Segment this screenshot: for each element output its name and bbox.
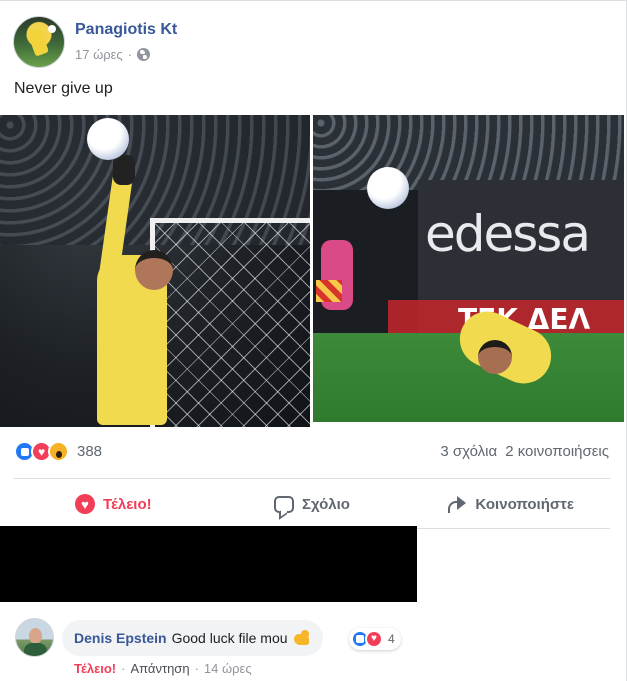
commenter-avatar[interactable] — [15, 618, 54, 657]
share-icon — [447, 495, 467, 513]
love-button[interactable]: Τέλειο! — [14, 485, 213, 523]
heart-icon — [75, 494, 96, 514]
commenter-name[interactable]: Denis Epstein — [74, 630, 167, 646]
comment-meta: Τέλειο! · Απάντηση · 14 ώρες — [74, 661, 252, 676]
keeper-head — [135, 250, 173, 290]
comment-meta-separator: · — [194, 661, 199, 676]
avatar-shirt — [24, 643, 47, 656]
love-icon — [365, 630, 383, 648]
wow-icon — [48, 441, 69, 462]
avatar-figure — [26, 27, 50, 57]
share-button-label: Κοινοποιήστε — [475, 495, 574, 513]
comment-time[interactable]: 14 ώρες — [204, 661, 252, 676]
share-button[interactable]: Κοινοποιήστε — [411, 485, 610, 523]
author-avatar[interactable] — [13, 16, 65, 68]
comment-reaction-count: 4 — [388, 632, 395, 646]
muscle-icon — [293, 630, 311, 646]
keeper-glove — [113, 155, 135, 185]
action-bar: Τέλειο! Σχόλιο Κοινοποιήστε — [14, 485, 610, 523]
comment-meta-separator: · — [121, 661, 126, 676]
post-meta: 17 ώρες · — [75, 47, 151, 62]
comment-text: Good luck file mou — [171, 630, 288, 646]
comment-reply-link[interactable]: Απάντηση — [130, 661, 189, 676]
comment-reactions[interactable]: 4 — [349, 628, 401, 650]
comments-count[interactable]: 3 σχόλια — [440, 443, 497, 460]
comment-button[interactable]: Σχόλιο — [213, 485, 412, 523]
avatar-ball — [48, 25, 56, 33]
comment-love-link[interactable]: Τέλειο! — [74, 661, 116, 676]
ad-board-text: edessa — [425, 205, 591, 263]
comment-icon — [274, 495, 295, 513]
reaction-summary[interactable]: 388 — [14, 441, 102, 462]
football — [367, 167, 409, 209]
top-border — [0, 0, 627, 1]
post-text: Never give up — [14, 80, 113, 97]
comment-button-label: Σχόλιο — [302, 495, 350, 513]
shares-count[interactable]: 2 κοινοποιήσεις — [505, 443, 609, 460]
comment-bubble: Denis Epstein Good luck file mou — [62, 620, 323, 656]
divider — [14, 478, 610, 479]
post-meta-separator: · — [127, 47, 133, 62]
avatar-face — [29, 628, 42, 644]
linesman-flag — [316, 280, 342, 302]
post-stats: 3 σχόλια 2 κοινοποιήσεις — [440, 443, 609, 460]
post-photo-1[interactable] — [0, 115, 310, 427]
post-photo-2[interactable]: edessa ΤΕΚ ΔΕΛ — [313, 115, 624, 422]
photo-crowd — [313, 115, 624, 190]
post-author-name[interactable]: Panagiotis Kt — [75, 21, 177, 39]
love-button-label: Τέλειο! — [103, 495, 152, 513]
diving-keeper-head — [478, 340, 512, 374]
reaction-count[interactable]: 388 — [77, 443, 102, 460]
goal-net — [150, 218, 310, 427]
football — [87, 118, 129, 160]
redacted-block — [0, 526, 417, 602]
post-time[interactable]: 17 ώρες — [75, 47, 123, 62]
globe-icon[interactable] — [137, 48, 151, 61]
